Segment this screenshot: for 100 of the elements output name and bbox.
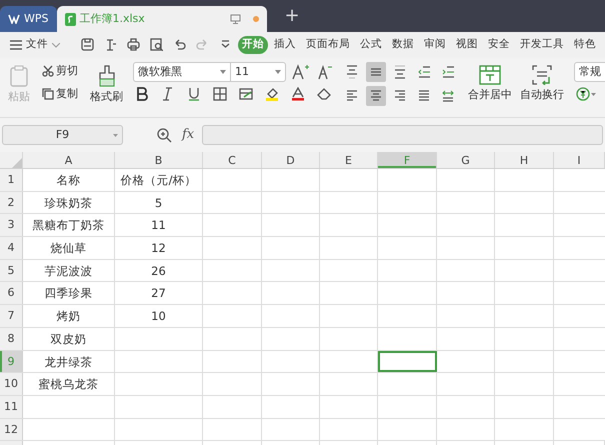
column-header[interactable]: G	[437, 152, 495, 168]
brush-icon	[96, 65, 116, 87]
shrink-font-icon	[318, 64, 332, 80]
menu-icon	[10, 40, 22, 50]
menu-tab[interactable]: 特色	[570, 36, 600, 54]
row-header[interactable]: 8	[0, 328, 23, 350]
save-icon	[81, 38, 94, 51]
underline-icon	[187, 87, 201, 101]
formula-field[interactable]	[202, 125, 603, 145]
caret-icon	[113, 134, 118, 137]
eraser-icon	[317, 87, 331, 101]
copy-button[interactable]: 复制	[40, 84, 80, 103]
sheet-file-icon	[64, 12, 76, 26]
format-button[interactable]	[211, 86, 229, 102]
row-header[interactable]: 7	[0, 305, 23, 327]
print-icon	[127, 38, 140, 51]
export-icon	[104, 38, 117, 51]
menu-tab[interactable]: 页面布局	[302, 36, 354, 54]
conditional-format-icon	[239, 87, 253, 101]
number-format-field[interactable]: 常规	[574, 62, 605, 82]
row-header[interactable]: 1	[0, 169, 23, 191]
align-top-icon	[345, 65, 359, 79]
row-header[interactable]: 11	[0, 396, 23, 418]
new-tab-button[interactable]: +	[278, 6, 306, 26]
align-center-icon	[369, 89, 383, 103]
menu-tab[interactable]: 插入	[270, 36, 300, 54]
merge-cells-icon	[479, 65, 501, 85]
table-cell: 烧仙草	[23, 237, 115, 259]
align-button[interactable]	[366, 86, 386, 106]
row-header[interactable]: 12	[0, 418, 23, 440]
file-menu[interactable]: 文件	[6, 36, 64, 54]
table-cell: 名称	[23, 169, 115, 191]
format-button[interactable]	[237, 86, 255, 102]
table-cell: 10	[115, 305, 203, 327]
caret-icon	[52, 42, 60, 48]
table-cell: 龙井绿茶	[23, 350, 115, 372]
decrease-indent-icon	[417, 65, 431, 79]
table-cell: 价格（元/杯）	[115, 169, 203, 191]
table-cell: 黑糖布丁奶茶	[23, 214, 115, 236]
font-color-icon	[291, 87, 305, 101]
column-header[interactable]: D	[262, 152, 320, 168]
menu-tab[interactable]: 审阅	[420, 36, 450, 54]
column-header[interactable]: B	[115, 152, 203, 168]
magnifier-icon	[157, 128, 172, 142]
print-preview-icon	[150, 38, 163, 51]
merge-center-button[interactable]: 合并居中	[466, 64, 514, 117]
monitor-icon	[230, 14, 240, 24]
menu-tab[interactable]: 视图	[452, 36, 482, 54]
row-header[interactable]: 5	[0, 260, 23, 282]
cut-button[interactable]: 剪切	[40, 62, 80, 80]
menu-tab[interactable]: 安全	[484, 36, 514, 54]
column-header[interactable]: C	[203, 152, 262, 168]
table-cell: 蜜桃乌龙茶	[23, 373, 115, 395]
wrap-text-button[interactable]: 自动换行	[518, 64, 566, 117]
italic-icon	[161, 87, 175, 101]
grow-font-button[interactable]	[290, 63, 312, 81]
copy-icon	[42, 88, 54, 100]
menu-tab[interactable]: 开发工具	[516, 36, 568, 54]
function-label[interactable]: fx	[182, 125, 194, 145]
align-left-icon	[345, 89, 359, 103]
grow-font-icon	[292, 64, 310, 80]
active-cell[interactable]	[378, 350, 437, 372]
zoom-button[interactable]	[155, 126, 174, 144]
format-painter-button[interactable]: 格式刷	[88, 64, 125, 117]
currency-icon	[576, 87, 598, 101]
align-button[interactable]	[366, 62, 386, 82]
fill-color-icon	[265, 87, 279, 101]
font-name-field[interactable]: 微软雅黑	[133, 62, 231, 82]
format-button[interactable]	[315, 86, 333, 102]
row-header[interactable]: 3	[0, 214, 23, 236]
clipboard-icon	[9, 65, 29, 87]
table-cell: 四季珍果	[23, 282, 115, 304]
name-box[interactable]: F9	[2, 125, 123, 145]
menu-tab[interactable]: 数据	[388, 36, 418, 54]
justify-icon	[417, 89, 431, 103]
row-header[interactable]: 4	[0, 237, 23, 259]
table-cell: 5	[115, 192, 203, 214]
row-header[interactable]: 2	[0, 192, 23, 214]
shrink-font-button[interactable]	[316, 63, 334, 81]
caret-icon	[220, 70, 226, 74]
column-header[interactable]: H	[495, 152, 554, 168]
align-bottom-icon	[393, 65, 407, 79]
row-header[interactable]: 10	[0, 373, 23, 395]
column-header[interactable]: I	[554, 152, 605, 168]
format-button[interactable]	[263, 86, 281, 102]
menu-tab[interactable]: 公式	[356, 36, 386, 54]
wrap-text-icon	[531, 65, 553, 85]
align-right-icon	[393, 89, 407, 103]
borders-icon	[213, 87, 227, 101]
row-header[interactable]: 6	[0, 282, 23, 304]
scissors-icon	[42, 65, 54, 78]
window-tab[interactable]: WPS	[0, 6, 56, 32]
redo-icon	[196, 38, 209, 51]
column-header[interactable]: A	[23, 152, 115, 168]
undo-icon	[173, 38, 186, 51]
table-cell: 烤奶	[23, 305, 115, 327]
format-button[interactable]	[289, 86, 307, 102]
table-cell: 珍珠奶茶	[23, 192, 115, 214]
font-size-field[interactable]: 11	[230, 62, 286, 82]
caret-icon	[275, 70, 281, 74]
